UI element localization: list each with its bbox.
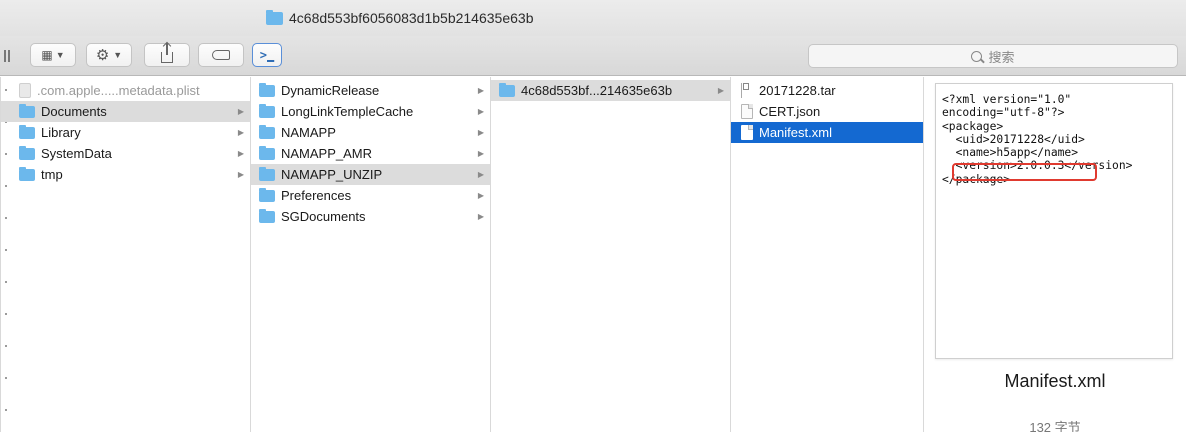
list-item-namapp-unzip[interactable]: NAMAPP_UNZIP ▶ (251, 164, 490, 185)
folder-icon (19, 103, 35, 118)
list-item-label: CERT.json (759, 104, 821, 119)
code-line: encoding="utf-8"?> (942, 106, 1065, 120)
list-item[interactable]: Preferences ▶ (251, 185, 490, 206)
tag-button[interactable] (198, 43, 244, 67)
disclosure-arrow-icon: ▶ (237, 149, 244, 158)
toolbar: ▦ ▼ ⚙ ▼ >_ 搜索 (0, 36, 1186, 76)
document-icon (741, 104, 753, 119)
view-options-button[interactable]: ▦ ▼ (30, 43, 76, 67)
list-item-label: NAMAPP_UNZIP (281, 167, 383, 182)
plist-file-icon (19, 83, 31, 98)
list-item-label: NAMAPP_AMR (281, 146, 373, 161)
list-item[interactable]: LongLinkTempleCache ▶ (251, 101, 490, 122)
share-button[interactable] (144, 42, 190, 67)
gear-icon: ⚙ (95, 47, 110, 64)
search-field[interactable]: 搜索 (808, 44, 1178, 68)
list-item-systemdata[interactable]: SystemData ▶ (1, 143, 250, 164)
document-icon (741, 125, 753, 140)
search-icon (971, 50, 983, 62)
disclosure-arrow-icon: ▶ (477, 107, 484, 116)
list-item-label: Library (41, 125, 81, 140)
folder-icon (259, 187, 275, 202)
list-item-tmp[interactable]: tmp ▶ (1, 164, 250, 185)
list-item-label: Manifest.xml (759, 125, 832, 140)
list-item-label: tmp (41, 167, 63, 182)
column-3[interactable]: 4c68d553bf...214635e63b ▶ (491, 77, 731, 432)
list-item-label: LongLinkTempleCache (281, 104, 414, 119)
folder-icon (259, 103, 275, 118)
back-forward-edge-icon[interactable] (4, 50, 10, 62)
list-item-label: Documents (41, 104, 107, 119)
list-item-hash-folder[interactable]: 4c68d553bf...214635e63b ▶ (491, 80, 730, 101)
list-item-label: NAMAPP (281, 125, 336, 140)
list-item[interactable]: 20171228.tar (731, 80, 923, 101)
preview-filename: Manifest.xml (1004, 371, 1106, 391)
list-item[interactable]: DynamicRelease ▶ (251, 80, 490, 101)
disclosure-arrow-icon: ▶ (237, 128, 244, 137)
search-placeholder: 搜索 (988, 49, 1015, 65)
folder-icon (259, 166, 275, 181)
list-item[interactable]: SGDocuments ▶ (251, 206, 490, 227)
folder-icon (499, 82, 515, 97)
list-item[interactable]: NAMAPP ▶ (251, 122, 490, 143)
folder-icon (259, 145, 275, 160)
list-item-label: .com.apple.....metadata.plist (37, 83, 200, 98)
window-title: 4c68d553bf6056083d1b5b214635e63b (266, 9, 533, 27)
terminal-icon: >_ (259, 48, 275, 62)
folder-icon (19, 145, 35, 160)
column-2[interactable]: DynamicRelease ▶ LongLinkTempleCache ▶ N… (251, 77, 491, 432)
title-bar: 4c68d553bf6056083d1b5b214635e63b (0, 0, 1186, 36)
list-item[interactable]: NAMAPP_AMR ▶ (251, 143, 490, 164)
disclosure-arrow-icon: ▶ (477, 86, 484, 95)
disclosure-arrow-icon: ▶ (477, 212, 484, 221)
list-item-label: SystemData (41, 146, 112, 161)
code-line: <package> (942, 119, 1004, 133)
share-icon (161, 42, 173, 63)
terminal-button[interactable]: >_ (252, 43, 282, 67)
list-item-documents[interactable]: Documents ▶ (1, 101, 250, 122)
list-item[interactable]: CERT.json (731, 101, 923, 122)
chevron-down-icon: ▼ (113, 50, 123, 60)
folder-icon (259, 208, 275, 223)
disclosure-arrow-icon: ▶ (237, 107, 244, 116)
version-highlight-annotation (952, 163, 1097, 181)
preview-file-size: 132 字节 (1029, 420, 1081, 432)
list-item[interactable]: .com.apple.....metadata.plist (1, 80, 250, 101)
list-item-label: 20171228.tar (759, 83, 836, 98)
folder-icon (19, 166, 35, 181)
chevron-down-icon: ▼ (55, 50, 65, 60)
disclosure-arrow-icon: ▶ (717, 86, 724, 95)
archive-file-icon (741, 83, 753, 98)
preview-pane: <?xml version="1.0" encoding="utf-8"?> <… (924, 77, 1186, 432)
list-item-label: SGDocuments (281, 209, 366, 224)
column-1[interactable]: .com.apple.....metadata.plist Documents … (0, 77, 251, 432)
folder-icon (259, 82, 275, 97)
list-item-label: DynamicRelease (281, 83, 380, 98)
grid-view-icon: ▦ (41, 48, 52, 62)
list-item-label: 4c68d553bf...214635e63b (521, 83, 673, 98)
window-title-text: 4c68d553bf6056083d1b5b214635e63b (289, 10, 534, 26)
disclosure-arrow-icon: ▶ (477, 170, 484, 179)
disclosure-arrow-icon: ▶ (477, 191, 484, 200)
list-item-library[interactable]: Library ▶ (1, 122, 250, 143)
action-menu-button[interactable]: ⚙ ▼ (86, 43, 132, 67)
disclosure-arrow-icon: ▶ (237, 170, 244, 179)
code-line: <?xml version="1.0" (942, 93, 1072, 106)
folder-icon (19, 124, 35, 139)
folder-icon (259, 124, 275, 139)
list-item-label: Preferences (281, 188, 352, 203)
column-browser: .com.apple.....metadata.plist Documents … (0, 77, 1186, 432)
code-line: <name>h5app</name> (942, 146, 1079, 160)
disclosure-arrow-icon: ▶ (477, 128, 484, 137)
code-line: <uid>20171228</uid> (942, 132, 1085, 146)
list-item-manifest-selected[interactable]: Manifest.xml (731, 122, 923, 143)
disclosure-arrow-icon: ▶ (477, 149, 484, 158)
preview-content: <?xml version="1.0" encoding="utf-8"?> <… (935, 83, 1173, 359)
folder-icon (266, 9, 283, 25)
tag-icon (212, 50, 230, 60)
column-4[interactable]: 20171228.tar CERT.json Manifest.xml (731, 77, 924, 432)
